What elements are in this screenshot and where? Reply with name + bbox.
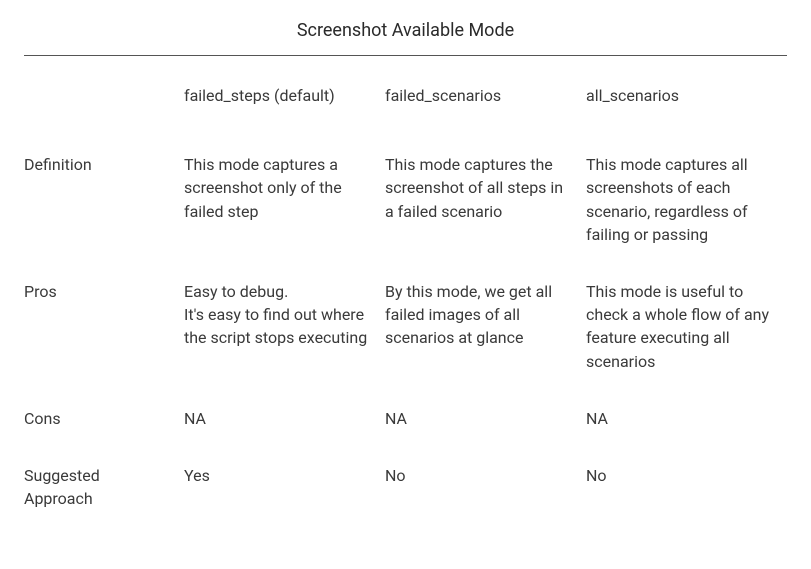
cell-cons-all-scenarios: NA — [586, 407, 787, 464]
cell-definition-all-scenarios: This mode captures all screenshots of ea… — [586, 153, 787, 280]
cell-pros-failed-scenarios: By this mode, we get all failed images o… — [385, 280, 586, 407]
cell-pros-failed-steps: Easy to debug. It's easy to find out whe… — [184, 280, 385, 407]
header-failed-scenarios: failed_scenarios — [385, 84, 586, 153]
rowlabel-cons: Cons — [24, 407, 184, 464]
row-definition: Definition This mode captures a screensh… — [24, 153, 787, 280]
table-header-row: failed_steps (default) failed_scenarios … — [24, 84, 787, 153]
cell-pros-all-scenarios: This mode is useful to check a whole flo… — [586, 280, 787, 407]
rowlabel-pros: Pros — [24, 280, 184, 407]
cell-suggested-failed-steps: Yes — [184, 464, 385, 510]
pros-line-1: Easy to debug. — [184, 280, 373, 303]
cell-suggested-all-scenarios: No — [586, 464, 787, 510]
row-pros: Pros Easy to debug. It's easy to find ou… — [24, 280, 787, 407]
title-rule — [24, 55, 787, 56]
rowlabel-suggested: Suggested Approach — [24, 464, 184, 510]
header-all-scenarios: all_scenarios — [586, 84, 787, 153]
cell-cons-failed-scenarios: NA — [385, 407, 586, 464]
cell-definition-failed-scenarios: This mode captures the screenshot of all… — [385, 153, 586, 280]
header-failed-steps: failed_steps (default) — [184, 84, 385, 153]
cell-cons-failed-steps: NA — [184, 407, 385, 464]
rowlabel-definition: Definition — [24, 153, 184, 280]
pros-line-2: It's easy to find out where the script s… — [184, 303, 373, 349]
cell-suggested-failed-scenarios: No — [385, 464, 586, 510]
cell-definition-failed-steps: This mode captures a screenshot only of … — [184, 153, 385, 280]
table-title: Screenshot Available Mode — [24, 20, 787, 55]
modes-table: failed_steps (default) failed_scenarios … — [24, 84, 787, 510]
header-empty — [24, 84, 184, 153]
row-suggested: Suggested Approach Yes No No — [24, 464, 787, 510]
row-cons: Cons NA NA NA — [24, 407, 787, 464]
